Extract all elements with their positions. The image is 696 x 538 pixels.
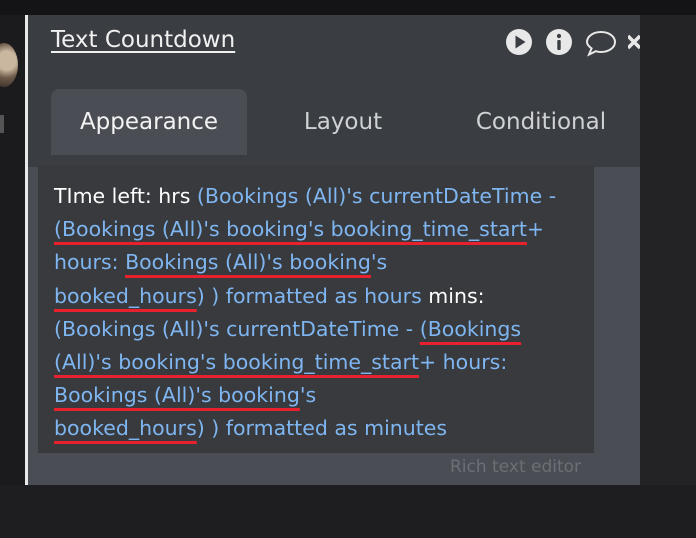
expression-line: (Bookings (All)'s currentDateTime - (Boo…	[54, 313, 594, 346]
expression-line: TIme left: hrs (Bookings (All)'s current…	[54, 180, 594, 213]
dynamic-expression-token[interactable]: Bookings (All)'s booking	[125, 250, 371, 274]
close-icon[interactable]	[626, 27, 640, 61]
dynamic-expression-token[interactable]: (Bookings	[420, 317, 521, 341]
static-text: mins:	[428, 283, 485, 308]
expression-line: (All)'s booking's booking_time_start+ ho…	[54, 346, 594, 379]
panel-header: Text Countdown	[28, 15, 640, 77]
dynamic-expression-token[interactable]: booked_hours	[54, 284, 197, 308]
dynamic-expression-token[interactable]: ) ) formatted as minutes	[197, 416, 447, 440]
right-sidebar	[640, 15, 696, 485]
side-marker	[0, 115, 4, 133]
tab-conditional[interactable]: Conditional	[456, 89, 626, 155]
tab-bar: Appearance Layout Conditional	[28, 77, 640, 167]
dynamic-expression-token[interactable]: 's	[300, 383, 316, 407]
header-icons	[504, 29, 640, 59]
element-title[interactable]: Text Countdown	[51, 27, 235, 53]
dynamic-expression-token[interactable]: booked_hours	[54, 416, 197, 440]
expression-text[interactable]: TIme left: hrs (Bookings (All)'s current…	[54, 180, 594, 446]
dynamic-expression-token[interactable]: hours:	[54, 250, 125, 274]
dynamic-expression-token[interactable]: (Bookings (All)'s currentDateTime -	[197, 184, 556, 208]
play-icon[interactable]	[504, 27, 534, 61]
rich-text-editor-label[interactable]: Rich text editor	[450, 457, 581, 477]
dynamic-expression-token[interactable]: (All)'s booking's booking_time_start	[54, 350, 419, 374]
dynamic-expression-token[interactable]: (Bookings (All)'s currentDateTime -	[54, 317, 420, 341]
dynamic-expression-token[interactable]: + hours:	[419, 350, 507, 374]
expression-line: (Bookings (All)'s booking's booking_time…	[54, 213, 594, 246]
expression-line: Bookings (All)'s booking's	[54, 379, 594, 412]
dynamic-expression-token[interactable]: +	[527, 217, 544, 241]
avatar[interactable]	[0, 43, 18, 87]
tab-appearance[interactable]: Appearance	[51, 89, 247, 155]
dynamic-expression-token[interactable]: 's	[371, 250, 387, 274]
top-strip	[0, 0, 696, 15]
info-icon[interactable]	[544, 27, 574, 61]
static-text: TIme left: hrs	[54, 184, 197, 208]
expression-line: booked_hours) ) formatted as hours mins:	[54, 280, 594, 313]
dynamic-expression-token[interactable]: Bookings (All)'s booking	[54, 383, 300, 407]
dynamic-expression-token[interactable]: ) ) formatted as hours	[197, 284, 429, 308]
left-column	[0, 15, 25, 485]
tab-layout[interactable]: Layout	[268, 89, 418, 155]
expression-line: hours: Bookings (All)'s booking's	[54, 246, 594, 279]
dynamic-expression-token[interactable]: (Bookings (All)'s booking's booking_time…	[54, 217, 527, 241]
comment-icon[interactable]	[584, 27, 618, 61]
expression-line: booked_hours) ) formatted as minutes	[54, 412, 594, 445]
